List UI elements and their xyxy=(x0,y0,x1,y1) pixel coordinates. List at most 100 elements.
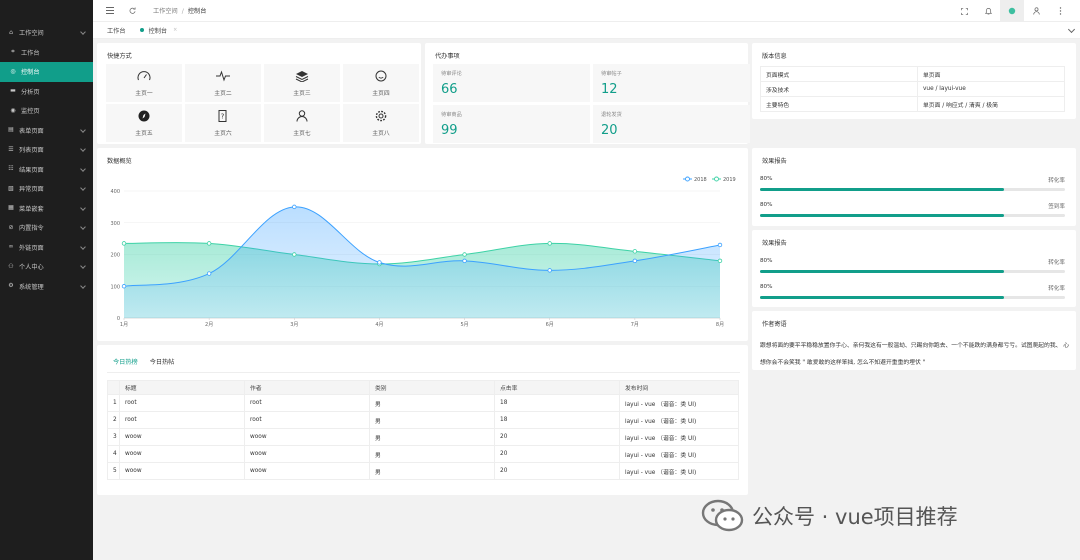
version-key: 页面模式 xyxy=(760,66,918,82)
refresh-icon[interactable] xyxy=(121,0,143,22)
data-point-2018 xyxy=(206,271,212,276)
breadcrumb: 工作空间 / 控制台 xyxy=(153,6,206,15)
table-row[interactable]: 4 woow woow 男 20 layui - vue （谐音：类 UI) xyxy=(107,445,739,463)
sidebar-item[interactable]: ☷ 结果页面 xyxy=(0,160,93,180)
breadcrumb-item-workspace[interactable]: 工作空间 xyxy=(153,8,178,15)
table-cell: woow xyxy=(119,462,245,480)
table-cell: 20 xyxy=(494,445,620,463)
theme-icon[interactable] xyxy=(1000,0,1024,22)
column-header: 作者 xyxy=(244,380,370,395)
x-tick-label: 3月 xyxy=(290,322,298,328)
shortcut-label: 主页六 xyxy=(214,131,232,137)
data-point-2018 xyxy=(547,268,552,273)
legend-label: 2019 xyxy=(723,177,736,183)
sidebar-item[interactable]: ▧ 异常页面 xyxy=(0,179,93,199)
console-icon: ◎ xyxy=(10,67,16,75)
progress-label: 签到率 xyxy=(1048,204,1065,210)
sidebar-item[interactable]: ⚙ 系统管理 xyxy=(0,277,93,297)
chevron-down-icon xyxy=(80,165,86,172)
todo-item[interactable]: 待审帖子 12 xyxy=(593,64,750,102)
bell-icon[interactable] xyxy=(976,0,1000,22)
y-tick-label: 400 xyxy=(110,189,120,195)
tab-label: 工作台 xyxy=(107,27,126,35)
table-cell: 男 xyxy=(369,445,495,463)
shortcut-label: 主页三 xyxy=(293,91,311,97)
menu-fold-icon[interactable] xyxy=(99,0,121,22)
todo-item[interactable]: 待审商品 99 xyxy=(433,105,590,143)
data-point-2019 xyxy=(632,249,638,254)
y-tick-label: 100 xyxy=(110,284,120,290)
fullscreen-icon[interactable] xyxy=(952,0,976,22)
data-point-2018 xyxy=(462,258,467,264)
chevron-down-icon xyxy=(80,204,86,211)
svg-text:?: ? xyxy=(221,113,225,121)
progress-label: 转化率 xyxy=(1048,260,1065,266)
sidebar-item[interactable]: ⌗ 工作台 xyxy=(0,43,93,63)
sidebar-item[interactable]: ◉ 监控页 xyxy=(0,101,93,121)
table-cell: woow xyxy=(119,428,245,446)
shortcut-label: 主页四 xyxy=(372,91,390,97)
table-cell: woow xyxy=(244,462,370,480)
header-actions xyxy=(952,0,1072,22)
version-value: 单页面 / 响应式 / 清爽 / 极简 xyxy=(917,96,1065,112)
version-row: 涉及技术 vue / layui-vue xyxy=(760,81,1065,97)
tab-today-posts[interactable]: 今日热帖 xyxy=(144,357,181,373)
chevron-down-icon[interactable] xyxy=(1067,25,1076,34)
overview-chart: 01002003004001月 2月 3月 4月 5月 6月 7月 8月2018 2019 xyxy=(110,176,736,328)
hot-list-card: 今日热榜 今日热帖 标题 作者 类别 点击率 发布时间 1 root root 男 18… xyxy=(97,345,748,495)
table-row[interactable]: 2 root root 男 18 layui - vue （谐音：类 UI) xyxy=(107,411,739,429)
table-row[interactable]: 1 root root 男 18 layui - vue （谐音：类 UI) xyxy=(107,394,739,412)
card-title: 版本信息 xyxy=(762,53,787,60)
data-point-2019 xyxy=(547,241,552,246)
sidebar-item[interactable]: ☰ 列表页面 xyxy=(0,140,93,160)
shortcut-item[interactable]: 主页一 xyxy=(106,64,182,102)
version-row: 主要特色 单页面 / 响应式 / 清爽 / 极简 xyxy=(760,96,1065,112)
tab-console[interactable]: 控制台 × xyxy=(136,22,188,39)
chevron-down-icon xyxy=(80,146,86,152)
progress-row: 80% 转化率 xyxy=(760,258,1065,273)
more-icon[interactable] xyxy=(1048,0,1072,22)
sidebar-item[interactable]: ▦ 菜单嵌套 xyxy=(0,199,93,219)
shortcut-item[interactable]: 主页五 xyxy=(106,104,182,142)
data-point-2019 xyxy=(121,241,127,246)
shortcut-item[interactable]: ? 主页六 xyxy=(185,104,261,142)
todo-item[interactable]: 退轮发货 20 xyxy=(593,105,750,143)
shortcut-item[interactable]: 主页七 xyxy=(264,104,340,142)
shortcut-item[interactable]: 主页二 xyxy=(185,64,261,102)
tab-today-hot[interactable]: 今日热榜 xyxy=(107,357,144,373)
sidebar-item[interactable]: ⌂ 工作空间 xyxy=(0,23,93,43)
shortcut-item[interactable]: 主页三 xyxy=(264,64,340,102)
smile-icon xyxy=(374,69,388,83)
todo-value: 99 xyxy=(441,123,458,138)
chevron-down-icon xyxy=(80,185,86,191)
chevron-down-icon xyxy=(80,263,86,269)
version-key: 主要特色 xyxy=(760,96,918,112)
sidebar-item[interactable]: ◎ 控制台 xyxy=(0,62,93,82)
gear-icon xyxy=(374,109,388,123)
tab-workbench[interactable]: 工作台 xyxy=(93,22,136,39)
table-row[interactable]: 5 woow woow 男 20 layui - vue （谐音：类 UI) xyxy=(107,462,739,480)
sidebar: ⌂ 工作空间 ⌗ 工作台 ◎ 控制台 ▬ 分析页 ◉ 监控页 ▤ 表单页面 ☰ 列表页面 ☷ 结果页面 ▧ 异常页… xyxy=(0,0,93,560)
sidebar-item-label: 系统管理 xyxy=(19,283,44,291)
sidebar-item[interactable]: ∞ 外链页面 xyxy=(0,238,93,258)
shortcut-item[interactable]: 主页四 xyxy=(343,64,419,102)
sidebar-item-label: 表单页面 xyxy=(19,127,44,135)
nested-menu-icon: ▦ xyxy=(8,204,14,212)
monitor-icon: ◉ xyxy=(10,106,16,114)
sidebar-item[interactable]: ⚇ 个人中心 xyxy=(0,257,93,277)
avatar-icon[interactable] xyxy=(1024,0,1048,22)
sidebar-item-label: 工作空间 xyxy=(19,30,44,38)
shortcut-label: 主页八 xyxy=(372,131,390,137)
sidebar-item[interactable]: ⊘ 内置指令 xyxy=(0,218,93,238)
x-tick-label: 8月 xyxy=(716,322,724,328)
sidebar-item[interactable]: ▤ 表单页面 xyxy=(0,121,93,141)
table-row[interactable]: 3 woow woow 男 20 layui - vue （谐音：类 UI) xyxy=(107,428,739,446)
breadcrumb-item-console[interactable]: 控制台 xyxy=(188,8,207,15)
data-point-2018 xyxy=(632,258,638,264)
shortcut-item[interactable]: 主页八 xyxy=(343,104,419,142)
tab-label: 控制台 xyxy=(148,27,168,35)
table-cell: root xyxy=(119,411,245,429)
sidebar-item[interactable]: ▬ 分析页 xyxy=(0,82,93,102)
close-icon[interactable]: × xyxy=(173,27,177,33)
todo-item[interactable]: 待审评论 66 xyxy=(433,64,590,102)
